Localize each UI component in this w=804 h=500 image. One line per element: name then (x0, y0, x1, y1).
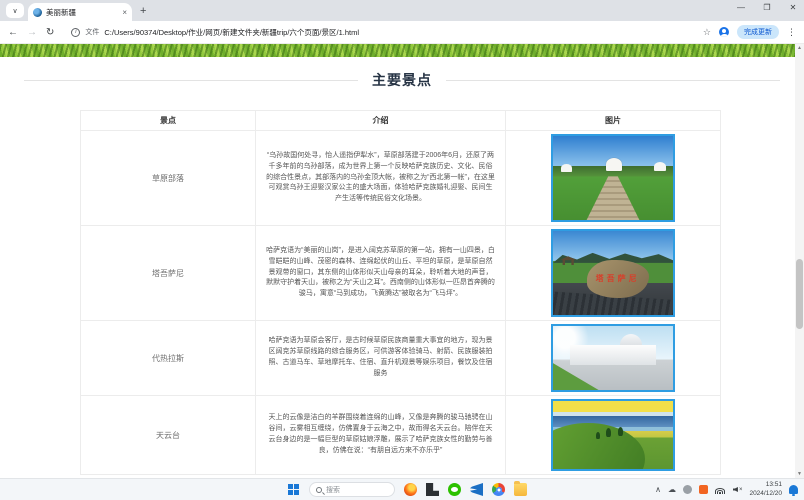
new-tab-button[interactable]: + (140, 5, 146, 17)
firefox-icon[interactable] (404, 483, 417, 496)
bookmark-star-icon[interactable]: ☆ (703, 27, 711, 38)
spot-description: “乌孙故国何处寻，怡人遥指伊犁水”，草原部落建于2006年6月，还原了两千多年前… (256, 131, 506, 226)
table-row: 塔吾萨尼 哈萨克语为“美丽的山岗”，是进入阔克苏草原的第一站，拥有一山四景，白雪… (81, 226, 721, 321)
tab-close-icon[interactable]: × (122, 8, 127, 17)
chevron-down-icon: ∨ (12, 7, 17, 15)
spot-name: 代热拉斯 (81, 321, 256, 396)
browser-window: ∨ 美丽新疆 × + — ❐ ✕ ← → ↻ i 文件 C:/Users/903… (0, 0, 804, 500)
spot-name: 草原部落 (81, 131, 256, 226)
title-divider-right (446, 80, 780, 81)
browser-toolbar: ← → ↻ i 文件 C:/Users/90374/Desktop/作业/网页/… (0, 21, 804, 44)
header-spot: 景点 (81, 111, 256, 131)
tree (596, 432, 600, 439)
scrollbar-thumb[interactable] (796, 259, 803, 329)
inscribed-rock: 塔吾萨尼 (587, 260, 649, 298)
spot-name: 塔吾萨尼 (81, 226, 256, 321)
dairelasi-building-image (551, 324, 675, 392)
grass-banner-image (0, 44, 804, 57)
close-button[interactable]: ✕ (788, 3, 798, 12)
back-icon[interactable]: ← (8, 27, 18, 38)
windows-taskbar: 搜索 ∧ ☁ × 13:51 2024/12/20 (0, 478, 804, 500)
tianyuntai-hills-image (551, 399, 675, 471)
dark-app-icon[interactable] (426, 483, 439, 496)
taskbar-clock[interactable]: 13:51 2024/12/20 (749, 481, 782, 497)
wifi-icon[interactable] (715, 486, 726, 494)
wechat-icon[interactable] (448, 483, 461, 496)
boardwalk (553, 281, 673, 315)
search-icon (316, 487, 322, 493)
search-placeholder: 搜索 (326, 485, 340, 495)
page-info-icon[interactable]: i (71, 28, 80, 37)
file-explorer-icon[interactable] (514, 483, 527, 496)
pavilion (560, 256, 576, 265)
maximize-button[interactable]: ❐ (762, 3, 772, 12)
tab-title: 美丽新疆 (46, 7, 118, 18)
table-row: 天云台 天上的云像是洁白的羊群围绕着连绵的山峰，又像是奔腾的骏马驰骋在山谷间，云… (81, 396, 721, 475)
address-bar[interactable]: i 文件 C:/Users/90374/Desktop/作业/网页/新建文件夹/… (63, 24, 694, 41)
notification-bell-icon[interactable] (789, 485, 798, 494)
table-header-row: 景点 介绍 图片 (81, 111, 721, 131)
mountain-ridge (553, 249, 673, 262)
chrome-update-button[interactable]: 完成更新 (737, 25, 779, 39)
volume-muted-icon[interactable]: × (733, 487, 743, 493)
spot-name: 天云台 (81, 396, 256, 475)
taskbar-search-input[interactable]: 搜索 (309, 482, 395, 497)
title-divider-left (24, 80, 358, 81)
clock-date: 2024/12/20 (749, 490, 782, 498)
web-page: 主要景点 景点 介绍 图片 草原部落 “乌孙故国何处寻，怡人遥指伊犁水”，草原部… (0, 44, 804, 478)
page-title: 主要景点 (372, 70, 432, 90)
browser-titlebar: ∨ 美丽新疆 × + — ❐ ✕ (0, 0, 804, 21)
header-image: 图片 (506, 111, 721, 131)
green-hill (551, 423, 645, 471)
grassland-tribe-yurts-image (551, 134, 675, 222)
tree (618, 427, 623, 436)
stone-path (553, 176, 673, 220)
url-text[interactable]: C:/Users/90374/Desktop/作业/网页/新建文件夹/新疆tri… (104, 27, 359, 38)
header-intro: 介绍 (256, 111, 506, 131)
table-row: 草原部落 “乌孙故国何处寻，怡人遥指伊犁水”，草原部落建于2006年6月，还原了… (81, 131, 721, 226)
tray-app-icon[interactable] (683, 485, 692, 494)
chrome-icon[interactable] (492, 483, 505, 496)
reload-icon[interactable]: ↻ (46, 27, 54, 38)
grass-edge (553, 363, 599, 390)
minimize-button[interactable]: — (736, 3, 746, 12)
scenic-spots-table: 景点 介绍 图片 草原部落 “乌孙故国何处寻，怡人遥指伊犁水”，草原部落建于20… (80, 110, 721, 475)
table-row: 代热拉斯 哈萨克语为草原会客厅，是古时候草原民族商量重大事宜的地方，现为景区阔克… (81, 321, 721, 396)
tawusani-rock-image: 塔吾萨尼 (551, 229, 675, 317)
profile-avatar-icon[interactable] (719, 27, 729, 37)
vscode-icon[interactable] (470, 483, 483, 496)
building-dome (620, 334, 642, 356)
clock-time: 13:51 (749, 481, 782, 489)
forward-icon[interactable]: → (27, 27, 37, 38)
spot-description: 哈萨克语为“美丽的山岗”，是进入阔克苏草原的第一站，拥有一山四景，白雪皑皑的山峰… (256, 226, 506, 321)
spot-description: 天上的云像是洁白的羊群围绕着连绵的山峰，又像是奔腾的骏马驰骋在山谷间，云雾相互缠… (256, 396, 506, 475)
start-button-icon[interactable] (288, 484, 300, 496)
yurt (561, 164, 572, 172)
page-scrollbar[interactable]: ▲ ▼ (795, 44, 804, 478)
onedrive-cloud-icon[interactable]: ☁ (668, 486, 676, 494)
menu-kebab-icon[interactable]: ⋮ (787, 27, 796, 38)
visitor-building (570, 345, 656, 365)
tab-search-button[interactable]: ∨ (6, 3, 24, 18)
sun-glare (551, 324, 589, 362)
browser-tab[interactable]: 美丽新疆 × (28, 3, 132, 21)
yurt (606, 158, 622, 171)
spot-description: 哈萨克语为草原会客厅，是古时候草原民族商量重大事宜的地方，现为景区阔克苏草原线路… (256, 321, 506, 396)
rock-inscription: 塔吾萨尼 (596, 273, 640, 284)
tree (606, 428, 611, 437)
tray-orange-app-icon[interactable] (699, 485, 708, 494)
file-scheme-label: 文件 (85, 27, 99, 37)
tab-favicon-globe-icon (33, 8, 42, 17)
scrollbar-down-icon[interactable]: ▼ (795, 471, 804, 477)
tray-chevron-up-icon[interactable]: ∧ (655, 486, 661, 494)
yurt (654, 162, 666, 171)
scrollbar-up-icon[interactable]: ▲ (795, 45, 804, 51)
